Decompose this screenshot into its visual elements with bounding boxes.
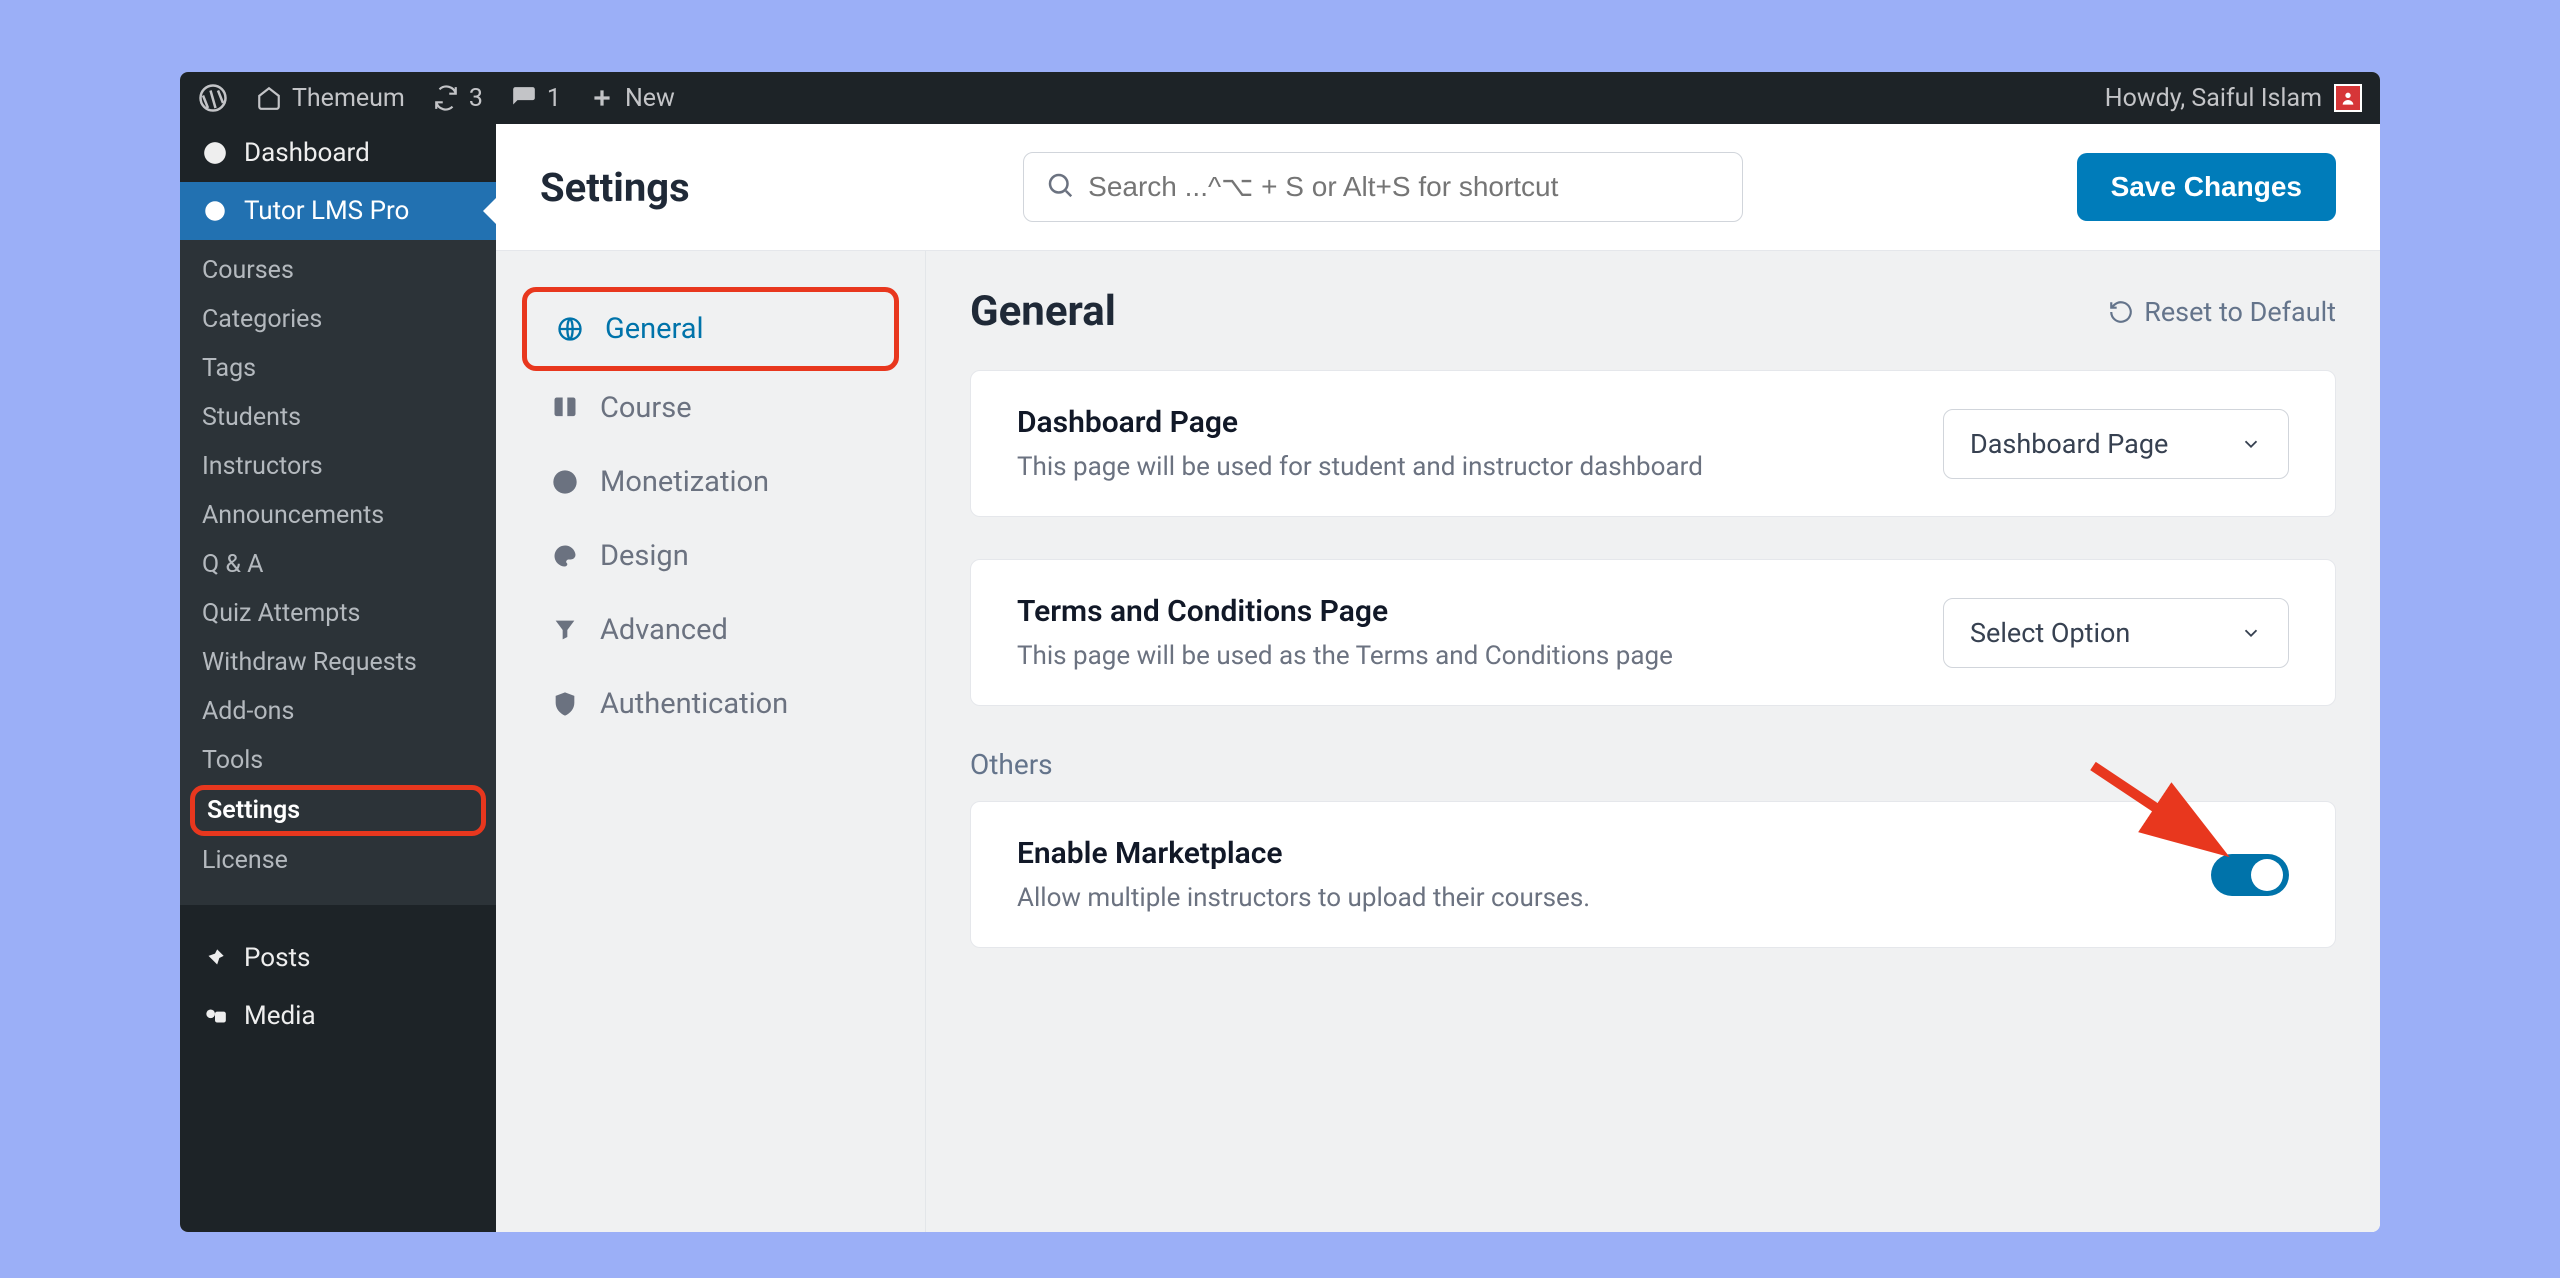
- reset-icon: [2108, 299, 2134, 325]
- save-button[interactable]: Save Changes: [2077, 153, 2336, 221]
- updates-count: 3: [469, 84, 483, 113]
- tab-label: Advanced: [600, 613, 728, 647]
- setting-label: Dashboard Page: [1017, 405, 1943, 440]
- home-icon: [256, 85, 282, 111]
- select-value: Select Option: [1970, 617, 2130, 649]
- settings-header: Settings Save Changes: [496, 124, 2380, 251]
- funnel-icon: [550, 616, 580, 644]
- updates-link[interactable]: 3: [433, 84, 483, 113]
- wordpress-logo[interactable]: [198, 83, 228, 113]
- setting-terms-page: Terms and Conditions Page This page will…: [970, 559, 2336, 706]
- app-window: Themeum 3 1 New Howdy, Saiful Islam: [180, 72, 2380, 1232]
- plus-icon: [589, 85, 615, 111]
- sidebar-sub-announcements[interactable]: Announcements: [180, 491, 496, 540]
- sidebar-sub-tools[interactable]: Tools: [180, 736, 496, 785]
- media-icon: [202, 1003, 228, 1029]
- admin-bar: Themeum 3 1 New Howdy, Saiful Islam: [180, 72, 2380, 124]
- sidebar-sub-qa[interactable]: Q & A: [180, 540, 496, 589]
- sidebar-sub-students[interactable]: Students: [180, 393, 496, 442]
- site-name: Themeum: [292, 84, 405, 113]
- tab-label: Design: [600, 539, 689, 573]
- comments-count: 1: [547, 84, 561, 113]
- new-link[interactable]: New: [589, 84, 675, 113]
- setting-enable-marketplace: Enable Marketplace Allow multiple instru…: [970, 801, 2336, 948]
- chevron-down-icon: [2240, 433, 2262, 455]
- annotation-arrow-icon: [2083, 756, 2243, 876]
- book-icon: [550, 394, 580, 422]
- tab-general[interactable]: General: [522, 287, 899, 371]
- user-icon: [2340, 90, 2356, 106]
- reset-label: Reset to Default: [2144, 296, 2336, 328]
- tutor-icon: [202, 198, 228, 224]
- tab-authentication[interactable]: Authentication: [522, 667, 899, 741]
- sidebar-item-label: Tutor LMS Pro: [244, 196, 409, 226]
- sidebar-item-media[interactable]: Media: [180, 987, 496, 1045]
- setting-help: This page will be used for student and i…: [1017, 452, 1943, 482]
- sidebar-item-tutor-lms[interactable]: Tutor LMS Pro: [180, 182, 496, 240]
- sidebar-sub-instructors[interactable]: Instructors: [180, 442, 496, 491]
- sidebar-item-posts[interactable]: Posts: [180, 929, 496, 987]
- setting-help: Allow multiple instructors to upload the…: [1017, 883, 2211, 913]
- sidebar-sub-license[interactable]: License: [180, 836, 496, 885]
- percent-icon: [550, 468, 580, 496]
- sidebar-submenu: Courses Categories Tags Students Instruc…: [180, 240, 496, 905]
- tab-label: General: [605, 312, 704, 346]
- sidebar-sub-categories[interactable]: Categories: [180, 295, 496, 344]
- tab-label: Authentication: [600, 687, 788, 721]
- sidebar-sub-courses[interactable]: Courses: [180, 246, 496, 295]
- setting-label: Enable Marketplace: [1017, 836, 2211, 871]
- sidebar-sub-settings[interactable]: Settings: [190, 785, 486, 836]
- terms-page-select[interactable]: Select Option: [1943, 598, 2289, 668]
- sidebar-item-label: Posts: [244, 943, 310, 973]
- tab-label: Monetization: [600, 465, 769, 499]
- comment-icon: [511, 85, 537, 111]
- tab-design[interactable]: Design: [522, 519, 899, 593]
- tab-label: Course: [600, 391, 692, 425]
- chevron-down-icon: [2240, 622, 2262, 644]
- comments-link[interactable]: 1: [511, 84, 561, 113]
- sidebar-item-label: Media: [244, 1001, 316, 1031]
- search-input[interactable]: [1023, 152, 1743, 222]
- tab-monetization[interactable]: Monetization: [522, 445, 899, 519]
- avatar[interactable]: [2334, 84, 2362, 112]
- dashboard-icon: [202, 140, 228, 166]
- settings-tabs: General Course Monetization Design: [496, 251, 926, 1232]
- sidebar-sub-addons[interactable]: Add-ons: [180, 687, 496, 736]
- tab-advanced[interactable]: Advanced: [522, 593, 899, 667]
- refresh-icon: [433, 85, 459, 111]
- tab-course[interactable]: Course: [522, 371, 899, 445]
- dashboard-page-select[interactable]: Dashboard Page: [1943, 409, 2289, 479]
- palette-icon: [550, 542, 580, 570]
- setting-label: Terms and Conditions Page: [1017, 594, 1943, 629]
- sidebar-sub-withdraw[interactable]: Withdraw Requests: [180, 638, 496, 687]
- pin-icon: [202, 945, 228, 971]
- search-icon: [1045, 170, 1075, 204]
- page-title: Settings: [540, 164, 690, 211]
- reset-button[interactable]: Reset to Default: [2108, 296, 2336, 328]
- admin-sidebar: Dashboard Tutor LMS Pro Courses Categori…: [180, 124, 496, 1232]
- settings-panel: General Reset to Default Dashboard Page …: [926, 251, 2380, 1232]
- search-wrap: [1023, 152, 1743, 222]
- sidebar-sub-tags[interactable]: Tags: [180, 344, 496, 393]
- setting-help: This page will be used as the Terms and …: [1017, 641, 1943, 671]
- shield-icon: [550, 690, 580, 718]
- wordpress-icon: [198, 83, 228, 113]
- globe-icon: [555, 315, 585, 343]
- panel-title: General: [970, 287, 1116, 336]
- setting-dashboard-page: Dashboard Page This page will be used fo…: [970, 370, 2336, 517]
- select-value: Dashboard Page: [1970, 428, 2168, 460]
- sidebar-sub-quiz[interactable]: Quiz Attempts: [180, 589, 496, 638]
- site-link[interactable]: Themeum: [256, 84, 405, 113]
- sidebar-item-dashboard[interactable]: Dashboard: [180, 124, 496, 182]
- new-label: New: [625, 84, 675, 113]
- content-area: Settings Save Changes General: [496, 124, 2380, 1232]
- greeting-text[interactable]: Howdy, Saiful Islam: [2105, 84, 2322, 113]
- sidebar-item-label: Dashboard: [244, 138, 370, 168]
